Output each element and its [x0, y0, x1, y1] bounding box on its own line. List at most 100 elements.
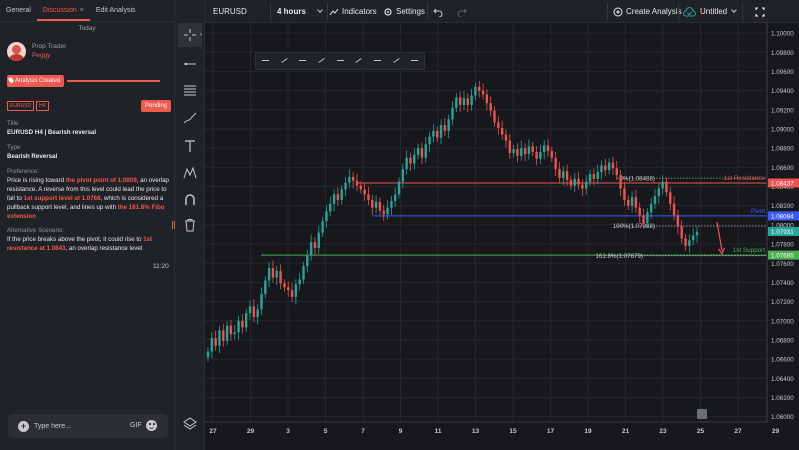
candle-body — [527, 146, 531, 154]
analysis-title: EURUSD H4 | Bearish reversal — [7, 129, 97, 136]
create-analysis-button[interactable]: Create Analysis — [613, 0, 682, 23]
plus-circle-icon — [613, 7, 623, 16]
candle-body — [355, 180, 359, 186]
timeframe-selector[interactable]: 4 hours — [277, 0, 306, 23]
price-tick-label: 1.09400 — [771, 88, 794, 95]
price-tick-label: 1.07800 — [771, 242, 794, 249]
candle-body — [638, 207, 641, 216]
undo-icon[interactable] — [433, 0, 443, 23]
timeframe-label: 4 hours — [277, 7, 306, 16]
magnet-icon[interactable] — [178, 188, 202, 212]
gif-button[interactable]: GIF — [130, 422, 142, 429]
candle-body — [550, 151, 554, 158]
parallel-channel-icon[interactable] — [178, 78, 202, 102]
grip-icon[interactable] — [256, 53, 275, 69]
layout-name: Untitled — [700, 7, 728, 16]
lightbulb-icon[interactable] — [697, 409, 707, 419]
type-field: Type Bearish Reversal — [7, 143, 169, 161]
eraser-icon[interactable] — [368, 53, 387, 69]
divider — [327, 3, 328, 20]
crop-icon[interactable] — [387, 53, 406, 69]
candle-body — [424, 144, 427, 158]
fullscreen-icon[interactable] — [755, 0, 765, 23]
chevron-down-icon[interactable] — [731, 7, 737, 13]
candle-body — [432, 130, 435, 137]
pencil-icon[interactable] — [275, 53, 294, 69]
candle-body — [516, 149, 519, 156]
candle-body — [493, 110, 496, 123]
candle-body — [409, 157, 412, 164]
floating-drawing-toolbar — [255, 52, 425, 70]
line-tool-icon[interactable] — [331, 53, 350, 69]
candle-body — [455, 97, 458, 108]
candle-body — [371, 199, 374, 208]
level-name: Pivot — [751, 208, 765, 215]
symbol-selector[interactable]: EURUSD — [213, 0, 247, 23]
candle-body — [481, 90, 485, 95]
pattern-icon[interactable] — [178, 161, 202, 185]
candle-body — [512, 149, 515, 153]
candle-body — [615, 168, 618, 176]
avatar[interactable] — [7, 42, 26, 61]
candle-body — [241, 320, 244, 328]
alternative-text-1: If the price breaks above the pivot, it … — [7, 236, 144, 243]
horizontal-line-icon[interactable] — [178, 51, 202, 75]
price-tick-label: 1.08800 — [771, 146, 794, 153]
candle-body — [520, 148, 523, 156]
plus-icon[interactable]: + — [18, 421, 29, 432]
tab-discussion[interactable]: Discussion × — [36, 0, 90, 21]
time-tick-label: 5 — [324, 428, 328, 435]
candle-body — [523, 148, 527, 154]
candle-body — [271, 268, 275, 278]
trader-card: Prop Trader Peggy — [7, 42, 66, 61]
brush-icon[interactable] — [178, 106, 202, 130]
redo-icon[interactable] — [457, 0, 467, 23]
ruler-icon[interactable] — [349, 53, 368, 69]
layout-selector[interactable]: Untitled — [683, 0, 737, 23]
price-tick-label: 1.06800 — [771, 337, 794, 344]
level-price-label: 1.08094 — [771, 213, 794, 220]
candle-body — [569, 179, 573, 186]
candle-body — [669, 192, 672, 204]
symbol-label: EURUSD — [213, 7, 247, 16]
trash-icon[interactable] — [178, 213, 202, 237]
candle-body — [630, 197, 634, 206]
close-icon[interactable]: × — [80, 7, 84, 14]
panel-tabs: General Discussion × Edit Analysis — [0, 0, 174, 22]
candle-body — [367, 194, 370, 200]
text-lines-icon[interactable] — [293, 53, 312, 69]
candle-body — [634, 197, 638, 208]
chevron-right-icon[interactable]: › — [200, 32, 202, 38]
preference-label: Preference: — [7, 168, 39, 175]
chart-canvas[interactable]: 1st ResistancePivot1st Support0%(1.08488… — [205, 23, 799, 450]
candle-body — [661, 181, 664, 189]
candle-body — [374, 201, 378, 208]
text-icon[interactable] — [178, 134, 202, 158]
candle-body — [210, 338, 214, 352]
tab-general[interactable]: General — [0, 0, 37, 21]
layers-icon[interactable] — [178, 411, 202, 435]
crosshair-icon[interactable] — [405, 53, 424, 69]
candle-body — [691, 235, 695, 241]
candle-body — [298, 279, 301, 285]
candle-body — [443, 125, 447, 131]
settings-button[interactable]: Settings — [383, 0, 425, 23]
candle-body — [397, 181, 401, 195]
indicators-button[interactable]: Indicators — [329, 0, 377, 23]
candle-body — [562, 171, 565, 178]
chevron-down-icon[interactable] — [313, 0, 323, 23]
crosshair-icon[interactable] — [178, 23, 202, 47]
chat-input[interactable] — [34, 420, 114, 432]
candle-body — [290, 290, 294, 297]
cloud-check-icon — [683, 6, 696, 16]
candle-body — [351, 176, 355, 181]
emoji-icon[interactable] — [146, 420, 157, 431]
trader-name[interactable]: Peggy — [32, 51, 66, 60]
style-icon[interactable] — [312, 53, 331, 69]
app-root: General Discussion × Edit Analysis Today … — [0, 0, 799, 450]
price-tick-label: 1.09800 — [771, 50, 794, 57]
price-chart[interactable]: 1st Resistance Pivot 1st Support 0%(1.08488… — [205, 23, 799, 450]
candle-body — [229, 325, 233, 335]
tab-edit-analysis[interactable]: Edit Analysis — [90, 0, 142, 21]
candle-body — [466, 98, 469, 106]
